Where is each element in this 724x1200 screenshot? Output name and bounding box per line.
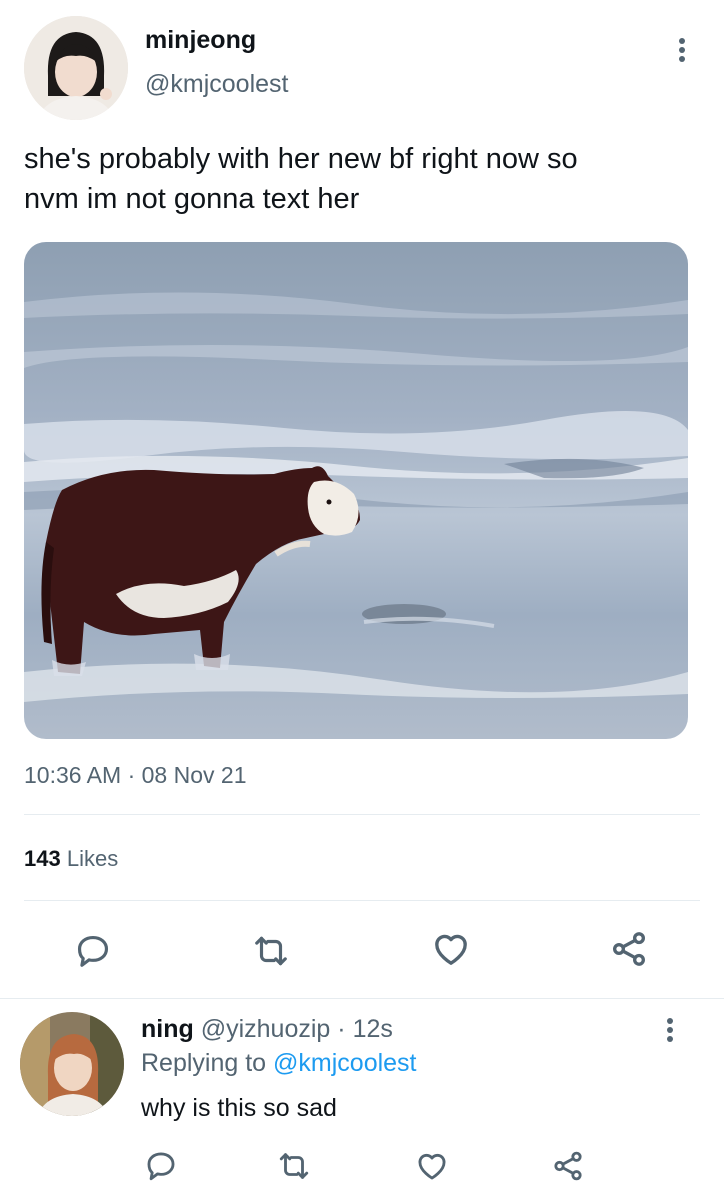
retweet-icon	[255, 936, 287, 966]
replying-to-line: Replying to @kmjcoolest	[141, 1049, 417, 1078]
heart-icon	[418, 1153, 446, 1180]
share-button[interactable]	[606, 926, 652, 972]
reply-reply-button[interactable]	[141, 1146, 181, 1186]
retweet-button[interactable]	[248, 928, 294, 974]
reply-share-button[interactable]	[548, 1146, 588, 1186]
reply-header: ning @yizhuozip · 12s	[141, 1015, 393, 1044]
reply-like-button[interactable]	[412, 1146, 452, 1186]
reply-icon	[77, 935, 109, 967]
replying-to-handle-link[interactable]: @kmjcoolest	[273, 1049, 416, 1077]
tweet-time: 10:36 AM	[24, 762, 122, 788]
more-vertical-icon[interactable]	[678, 38, 686, 65]
reply-handle[interactable]: @yizhuozip	[201, 1015, 331, 1043]
replying-to-prefix: Replying to	[141, 1049, 267, 1077]
retweet-icon	[279, 1153, 309, 1179]
tweet-timestamp[interactable]: 10:36 AM · 08 Nov 21	[24, 762, 247, 789]
divider-bottom	[0, 998, 724, 999]
author-avatar-image	[24, 16, 128, 120]
reply-author-avatar[interactable]	[20, 1012, 124, 1116]
reply-separator: ·	[337, 1015, 346, 1043]
reply-author-avatar-image	[20, 1012, 124, 1116]
share-icon	[554, 1151, 582, 1181]
tweet-text-line-1: she's probably with her new bf right now…	[24, 143, 578, 175]
author-avatar[interactable]	[24, 16, 128, 120]
likes-stat[interactable]: 143 Likes	[24, 846, 118, 872]
reply-display-name[interactable]: ning	[141, 1015, 194, 1043]
timestamp-separator: ·	[127, 762, 136, 788]
reply-age[interactable]: 12s	[353, 1015, 393, 1043]
tweet-media-image[interactable]	[24, 242, 688, 739]
reply-retweet-button[interactable]	[274, 1146, 314, 1186]
cow-in-sea-photo	[24, 242, 688, 739]
reply-more-vertical-icon[interactable]	[666, 1018, 674, 1045]
share-icon	[613, 932, 645, 966]
likes-label: Likes	[66, 846, 119, 871]
divider-top	[24, 814, 700, 815]
like-button[interactable]	[428, 926, 474, 972]
likes-count: 143	[24, 846, 61, 871]
reply-text: why is this so sad	[141, 1094, 337, 1122]
reply-icon	[147, 1152, 175, 1181]
divider-middle	[24, 900, 700, 901]
tweet-text-line-2: nvm im not gonna text her	[24, 183, 360, 215]
author-display-name[interactable]: minjeong	[145, 26, 256, 55]
reply-button[interactable]	[70, 928, 116, 974]
heart-icon	[435, 934, 467, 965]
tweet-date: 08 Nov 21	[141, 762, 247, 788]
author-handle[interactable]: @kmjcoolest	[145, 70, 288, 99]
